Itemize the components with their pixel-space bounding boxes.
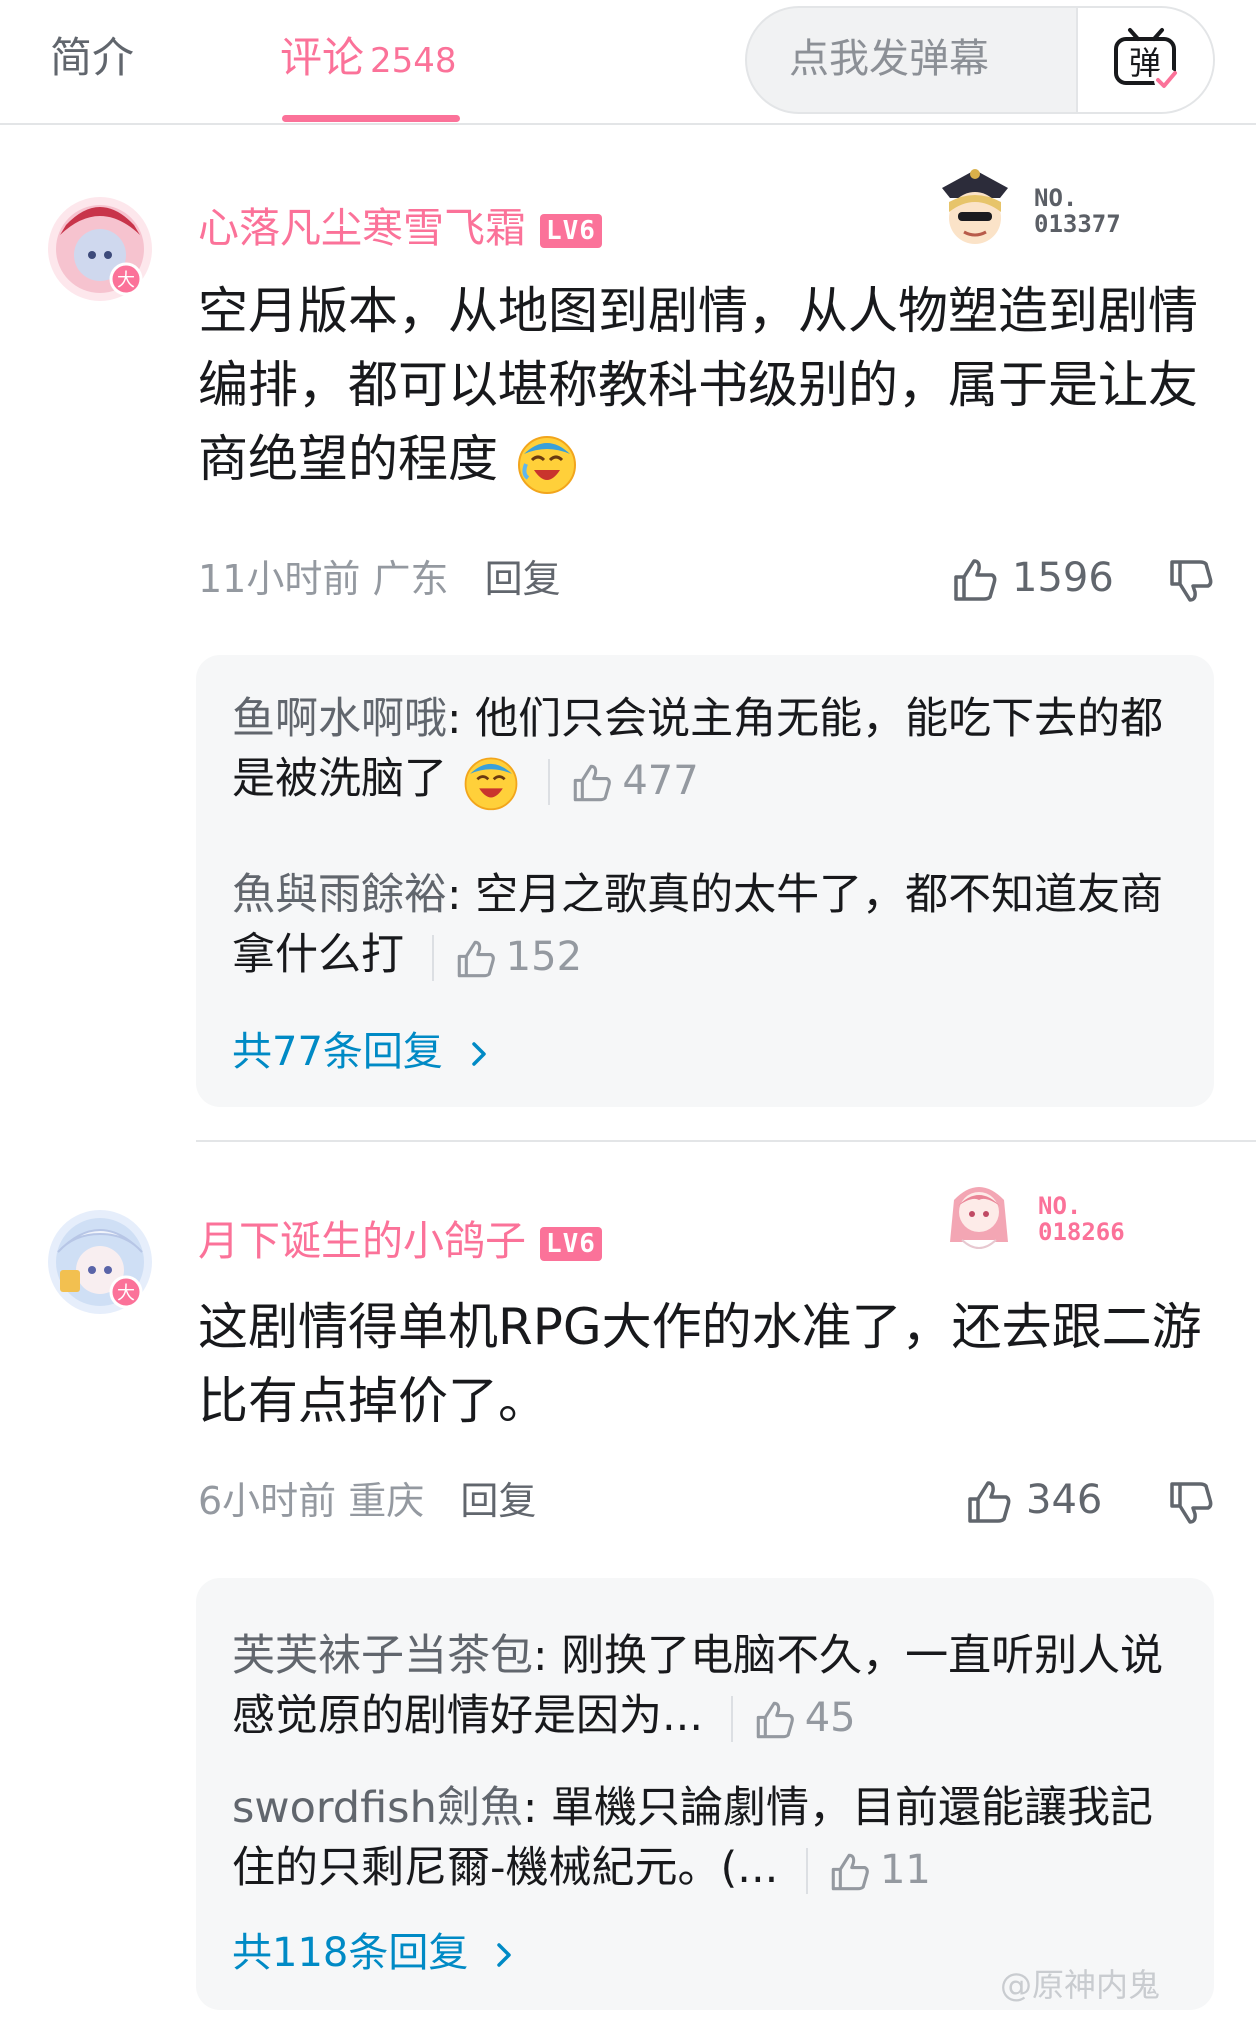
- reply-like-count: 11: [879, 1846, 931, 1893]
- reply-item[interactable]: 芙芙袜子当茶包: 刚换了电脑不久，一直听别人说感觉原的剧情好是因为... 45: [232, 1626, 1192, 1746]
- like-count: 1596: [1012, 555, 1114, 601]
- comment-meta: 11小时前 广东 回复: [198, 554, 561, 604]
- laughing-cry-emoji: [464, 756, 518, 810]
- more-replies-text: 共77条回复: [232, 1029, 443, 1075]
- fan-badge: NO. 018266: [934, 1170, 1154, 1260]
- svg-text:大: 大: [117, 270, 135, 291]
- comments-count: 2548: [370, 41, 457, 81]
- chevron-right-icon: [497, 1943, 511, 1967]
- reply-like-button[interactable]: 11: [805, 1846, 931, 1894]
- reply-preview-box[interactable]: 鱼啊水啊哦: 他们只会说主角无能，能吃下去的都是被洗脑了 477 魚與雨餘裕: …: [196, 655, 1214, 1107]
- top-tab-bar: 简介 评论 2548 点我发弹幕 弹: [0, 0, 1256, 125]
- reply-like-button[interactable]: 477: [548, 757, 699, 805]
- reply-like-count: 477: [622, 757, 699, 804]
- comment-location: 重庆: [348, 1479, 425, 1523]
- tab-comments[interactable]: 评论 2548: [280, 30, 457, 89]
- danmaku-input[interactable]: 点我发弹幕 弹: [745, 6, 1215, 114]
- comment-time: 6小时前: [198, 1479, 337, 1523]
- reply-like-button[interactable]: 45: [730, 1694, 856, 1742]
- tab-intro[interactable]: 简介: [50, 30, 134, 86]
- active-tab-indicator: [282, 115, 460, 122]
- comment-time: 11小时前: [198, 557, 361, 601]
- username[interactable]: 心落凡尘寒雪飞霜 LV6: [198, 200, 602, 256]
- more-replies-text: 共118条回复: [232, 1930, 469, 1976]
- reply-username[interactable]: 魚與雨餘裕: [232, 870, 447, 920]
- reply-like-count: 152: [505, 933, 583, 980]
- user-avatar[interactable]: 大: [46, 1208, 154, 1316]
- username[interactable]: 月下诞生的小鸽子 LV6: [198, 1213, 602, 1269]
- username-text: 心落凡尘寒雪飞霜: [198, 204, 526, 252]
- reply-like-count: 45: [804, 1694, 856, 1741]
- laughing-cry-emoji: [517, 435, 576, 494]
- view-more-replies-link[interactable]: 共77条回复: [232, 1025, 494, 1079]
- fan-badge-character-icon: [942, 169, 1008, 244]
- reply-username[interactable]: 芙芙袜子当茶包: [232, 1631, 533, 1681]
- reply-username[interactable]: swordfish劍魚: [232, 1783, 523, 1833]
- thumb-up-icon: [954, 559, 997, 601]
- username-text: 月下诞生的小鸽子: [198, 1217, 526, 1265]
- danmaku-placeholder: 点我发弹幕: [789, 36, 989, 82]
- level-badge: LV6: [540, 1227, 602, 1261]
- fan-no: 013377: [1034, 210, 1121, 238]
- comment-location: 广东: [372, 557, 449, 601]
- fan-no-label: NO.: [1034, 184, 1078, 212]
- comment-text: 这剧情得单机RPG大作的水准了，还去跟二游比有点掉价了。: [198, 1298, 1202, 1430]
- watermark: @原神内鬼: [1000, 1966, 1161, 2004]
- fan-no-label: NO.: [1038, 1192, 1082, 1220]
- user-avatar[interactable]: 大: [46, 195, 154, 303]
- reply-button[interactable]: 回复: [485, 557, 561, 601]
- reply-item[interactable]: swordfish劍魚: 單機只論劇情，目前還能讓我記住的只剩尼爾-機械紀元。(…: [232, 1778, 1192, 1898]
- like-button[interactable]: 346: [964, 1474, 1102, 1527]
- thumb-up-icon: [968, 1481, 1011, 1523]
- comment-content: 空月版本，从地图到剧情，从人物塑造到剧情编排，都可以堪称教科书级别的，属于是让友…: [198, 274, 1208, 496]
- svg-text:大: 大: [117, 1283, 135, 1304]
- thumb-up-icon: [457, 940, 495, 977]
- fan-badge-character-icon: [950, 1187, 1008, 1249]
- chevron-right-icon: [471, 1042, 486, 1066]
- thumb-up-icon: [831, 1853, 869, 1890]
- comment-divider: [196, 1140, 1256, 1142]
- comment-meta: 6小时前 重庆 回复: [198, 1476, 536, 1526]
- comment-content: 这剧情得单机RPG大作的水准了，还去跟二游比有点掉价了。: [198, 1290, 1208, 1438]
- level-badge: LV6: [540, 214, 602, 248]
- reply-like-button[interactable]: 152: [431, 933, 583, 981]
- thumb-down-icon[interactable]: [1166, 1478, 1216, 1528]
- thumb-down-icon[interactable]: [1166, 556, 1216, 606]
- reply-button[interactable]: 回复: [460, 1479, 536, 1523]
- reply-username[interactable]: 鱼啊水啊哦: [232, 694, 447, 744]
- comment-text: 空月版本，从地图到剧情，从人物塑造到剧情编排，都可以堪称教科书级别的，属于是让友…: [198, 282, 1198, 488]
- reply-item[interactable]: 鱼啊水啊哦: 他们只会说主角无能，能吃下去的都是被洗脑了 477: [232, 689, 1192, 812]
- tab-comments-label: 评论: [280, 33, 365, 82]
- fan-no: 018266: [1038, 1218, 1125, 1246]
- like-button[interactable]: 1596: [950, 552, 1114, 605]
- danmaku-icon: 弹: [1114, 28, 1178, 92]
- fan-badge: NO. 013377: [930, 162, 1150, 252]
- view-more-replies-link[interactable]: 共118条回复: [232, 1926, 519, 1980]
- reply-item[interactable]: 魚與雨餘裕: 空月之歌真的太牛了，都不知道友商拿什么打 152: [232, 865, 1192, 985]
- like-count: 346: [1026, 1477, 1103, 1523]
- danmaku-toggle-button[interactable]: 弹: [1076, 8, 1213, 112]
- thumb-up-icon: [574, 764, 612, 801]
- reply-preview-box[interactable]: 芙芙袜子当茶包: 刚换了电脑不久，一直听别人说感觉原的剧情好是因为... 45 …: [196, 1578, 1214, 2010]
- thumb-up-icon: [756, 1701, 794, 1738]
